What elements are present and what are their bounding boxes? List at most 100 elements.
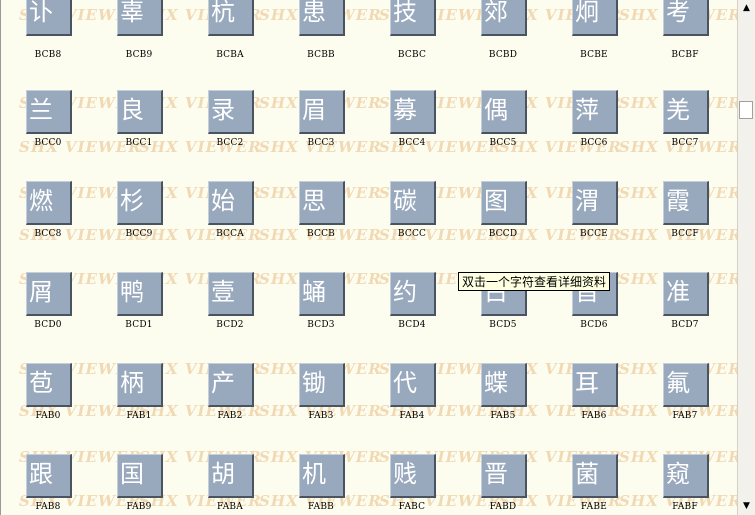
character-cell[interactable]: 苞 FAB0 — [22, 363, 92, 447]
character-cell[interactable]: 炯 BCBE — [568, 0, 638, 88]
character-cell[interactable]: 录 BCC2 — [204, 90, 274, 174]
scroll-down-arrow-icon[interactable]: ▼ — [738, 498, 755, 515]
character-tile[interactable]: 思 — [299, 181, 345, 225]
character-tile[interactable]: 壹 — [208, 272, 254, 316]
character-cell[interactable]: 始 BCCA — [204, 181, 274, 265]
character-tile[interactable]: 杭 — [208, 0, 254, 36]
character-tile[interactable]: 讣 — [26, 0, 72, 36]
character-cell[interactable]: 机 FABB — [295, 454, 365, 515]
character-tile[interactable]: 耳 — [572, 363, 618, 407]
character-tile[interactable]: 始 — [208, 181, 254, 225]
character-cell[interactable]: 燃 BCC8 — [22, 181, 92, 265]
character-cell[interactable]: 碳 BCCC — [386, 181, 456, 265]
character-tile[interactable]: 晋 — [481, 454, 527, 498]
character-cell[interactable]: 霞 BCCF — [659, 181, 729, 265]
character-cell[interactable]: 蛹 BCD3 — [295, 272, 365, 356]
character-tile[interactable]: 技 — [390, 0, 436, 36]
character-tile[interactable]: 募 — [390, 90, 436, 134]
character-cell[interactable]: 兰 BCC0 — [22, 90, 92, 174]
character-cell[interactable]: 约 BCD4 — [386, 272, 456, 356]
character-cell[interactable]: 思 BCCB — [295, 181, 365, 265]
character-cell[interactable]: 窥 FABF — [659, 454, 729, 515]
scroll-up-arrow-icon[interactable]: ▲ — [738, 0, 755, 17]
character-tile[interactable]: 准 — [663, 272, 709, 316]
character-cell[interactable]: 蝶 FAB5 — [477, 363, 547, 447]
character-tile[interactable]: 屑 — [26, 272, 72, 316]
character-cell[interactable]: 锄 FAB3 — [295, 363, 365, 447]
character-tile[interactable]: 杉 — [117, 181, 163, 225]
character-tile[interactable]: 蝶 — [481, 363, 527, 407]
character-cell[interactable]: 偶 BCC5 — [477, 90, 547, 174]
character-cell[interactable]: 讣 BCB8 — [22, 0, 92, 88]
character-cell[interactable]: 辜 BCB9 — [113, 0, 183, 88]
character-tile[interactable]: 兰 — [26, 90, 72, 134]
character-cell[interactable]: 募 BCC4 — [386, 90, 456, 174]
character-tile[interactable]: 渭 — [572, 181, 618, 225]
character-tile[interactable]: 燃 — [26, 181, 72, 225]
scroll-thumb[interactable] — [739, 101, 753, 119]
character-tile[interactable]: 氟 — [663, 363, 709, 407]
character-cell[interactable]: 屑 BCD0 — [22, 272, 92, 356]
character-tile[interactable]: 鸭 — [117, 272, 163, 316]
character-tile[interactable]: 窥 — [663, 454, 709, 498]
character-cell[interactable]: 患 BCBB — [295, 0, 365, 88]
character-tile[interactable]: 羌 — [663, 90, 709, 134]
character-cell[interactable]: 柄 FAB1 — [113, 363, 183, 447]
character-cell[interactable]: 渭 BCCE — [568, 181, 638, 265]
character-tile[interactable]: 萍 — [572, 90, 618, 134]
character-cell[interactable]: 准 BCD7 — [659, 272, 729, 356]
character-tile[interactable]: 考 — [663, 0, 709, 36]
character-cell[interactable]: 技 BCBC — [386, 0, 456, 88]
character-glyph: 燃 — [29, 187, 53, 215]
character-tile[interactable]: 贱 — [390, 454, 436, 498]
character-tile[interactable]: 约 — [390, 272, 436, 316]
character-tile[interactable]: 机 — [299, 454, 345, 498]
character-cell[interactable]: 郊 BCBD — [477, 0, 547, 88]
character-tile[interactable]: 碳 — [390, 181, 436, 225]
character-tile[interactable]: 产 — [208, 363, 254, 407]
character-tile[interactable]: 炯 — [572, 0, 618, 36]
character-cell[interactable]: 菌 FABE — [568, 454, 638, 515]
character-cell[interactable]: 图 BCCD — [477, 181, 547, 265]
character-cell[interactable]: 胡 FABA — [204, 454, 274, 515]
character-tile[interactable]: 郊 — [481, 0, 527, 36]
character-tile[interactable]: 胡 — [208, 454, 254, 498]
character-cell[interactable]: 壹 BCD2 — [204, 272, 274, 356]
character-tile[interactable]: 霞 — [663, 181, 709, 225]
character-cell[interactable]: 产 FAB2 — [204, 363, 274, 447]
character-cell[interactable]: 跟 FAB8 — [22, 454, 92, 515]
character-tile[interactable]: 辜 — [117, 0, 163, 36]
character-tile[interactable]: 跟 — [26, 454, 72, 498]
character-cell[interactable]: 羌 BCC7 — [659, 90, 729, 174]
character-cell[interactable]: 杉 BCC9 — [113, 181, 183, 265]
character-tile[interactable]: 录 — [208, 90, 254, 134]
character-cell[interactable]: 鸭 BCD1 — [113, 272, 183, 356]
character-tile[interactable]: 苞 — [26, 363, 72, 407]
character-tile[interactable]: 锄 — [299, 363, 345, 407]
character-cell[interactable]: 氟 FAB7 — [659, 363, 729, 447]
character-tile[interactable]: 代 — [390, 363, 436, 407]
character-cell[interactable]: 贱 FABC — [386, 454, 456, 515]
character-glyph: 蝶 — [484, 369, 508, 397]
character-tile[interactable]: 图 — [481, 181, 527, 225]
character-cell[interactable]: 眉 BCC3 — [295, 90, 365, 174]
character-tile[interactable]: 菌 — [572, 454, 618, 498]
character-cell[interactable]: 代 FAB4 — [386, 363, 456, 447]
character-cell[interactable]: 国 FAB9 — [113, 454, 183, 515]
character-cell[interactable]: 考 BCBF — [659, 0, 729, 88]
character-cell[interactable]: 耳 FAB6 — [568, 363, 638, 447]
character-tile[interactable]: 眉 — [299, 90, 345, 134]
character-code-label: BCBF — [671, 50, 699, 60]
character-tile[interactable]: 患 — [299, 0, 345, 36]
character-tile[interactable]: 偶 — [481, 90, 527, 134]
character-tile[interactable]: 柄 — [117, 363, 163, 407]
character-cell[interactable]: 晋 FABD — [477, 454, 547, 515]
character-cell[interactable]: 杭 BCBA — [204, 0, 274, 88]
character-viewer-pane[interactable]: SHX VIEWERSHX VIEWERSHX VIEWERSHX VIEWER… — [0, 0, 737, 515]
character-cell[interactable]: 萍 BCC6 — [568, 90, 638, 174]
character-tile[interactable]: 蛹 — [299, 272, 345, 316]
character-tile[interactable]: 良 — [117, 90, 163, 134]
character-tile[interactable]: 国 — [117, 454, 163, 498]
vertical-scrollbar[interactable]: ▲ ▼ — [737, 0, 755, 515]
character-cell[interactable]: 良 BCC1 — [113, 90, 183, 174]
